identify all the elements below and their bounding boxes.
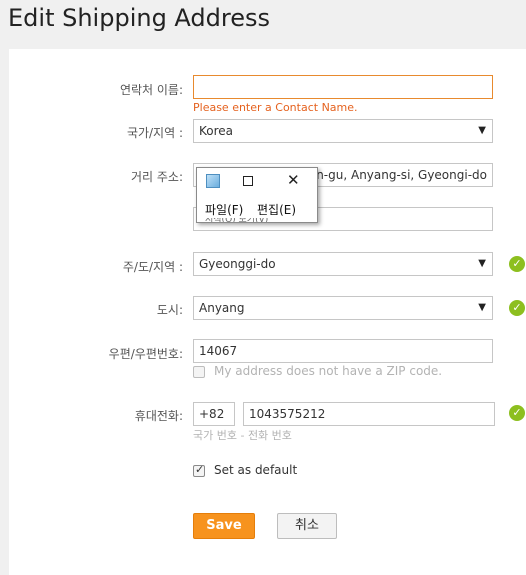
street-label: 거리 주소:: [130, 170, 183, 184]
maximize-icon[interactable]: [243, 176, 253, 186]
mini-notepad-window[interactable]: ✕ 파일(F) 편집(E) 서식(O) 보기(V): [196, 167, 318, 223]
zip-input[interactable]: 14067: [193, 339, 493, 363]
city-valid-icon: ✓: [509, 300, 525, 316]
mobile-label: 휴대전화:: [134, 409, 183, 423]
contact-name-error: Please enter a Contact Name.: [193, 101, 358, 114]
province-label: 주/도/지역 :: [122, 260, 183, 274]
country-value: Korea: [199, 124, 234, 138]
dropdown-arrow-icon: ▼: [478, 125, 486, 136]
province-value: Gyeonggi-do: [199, 257, 276, 271]
city-label: 도시:: [156, 303, 183, 317]
page-title: Edit Shipping Address: [8, 4, 271, 32]
contact-name-label: 연락처 이름:: [119, 83, 183, 97]
zip-label: 우편/우편번호:: [108, 347, 183, 361]
save-button[interactable]: Save: [193, 513, 255, 539]
mobile-valid-icon: ✓: [509, 405, 525, 421]
country-code-input[interactable]: +82: [193, 402, 235, 426]
province-select[interactable]: Gyeonggi-do ▼: [193, 252, 493, 276]
menu-edit[interactable]: 편집(E): [257, 201, 296, 218]
dropdown-arrow-icon: ▼: [478, 258, 486, 269]
close-icon[interactable]: ✕: [287, 171, 300, 189]
no-zip-checkbox[interactable]: [193, 366, 205, 378]
cancel-button[interactable]: 취소: [277, 513, 337, 539]
menu-file[interactable]: 파일(F): [205, 201, 243, 218]
phone-number-input[interactable]: 1043575212: [243, 402, 495, 426]
set-default-label: Set as default: [214, 463, 298, 477]
no-zip-label: My address does not have a ZIP code.: [214, 364, 443, 378]
set-default-checkbox[interactable]: [193, 463, 205, 477]
city-select[interactable]: Anyang ▼: [193, 296, 493, 320]
country-label: 국가/지역 :: [126, 126, 183, 140]
notepad-icon: [206, 174, 220, 188]
province-valid-icon: ✓: [509, 256, 525, 272]
contact-name-input[interactable]: [193, 75, 493, 99]
city-value: Anyang: [199, 301, 245, 315]
phone-format-hint: 국가 번호 - 전화 번호: [193, 429, 292, 442]
country-select[interactable]: Korea ▼: [193, 119, 493, 143]
menu-overflow-text: 서식(O) 보기(V): [205, 218, 300, 222]
dropdown-arrow-icon: ▼: [478, 302, 486, 313]
